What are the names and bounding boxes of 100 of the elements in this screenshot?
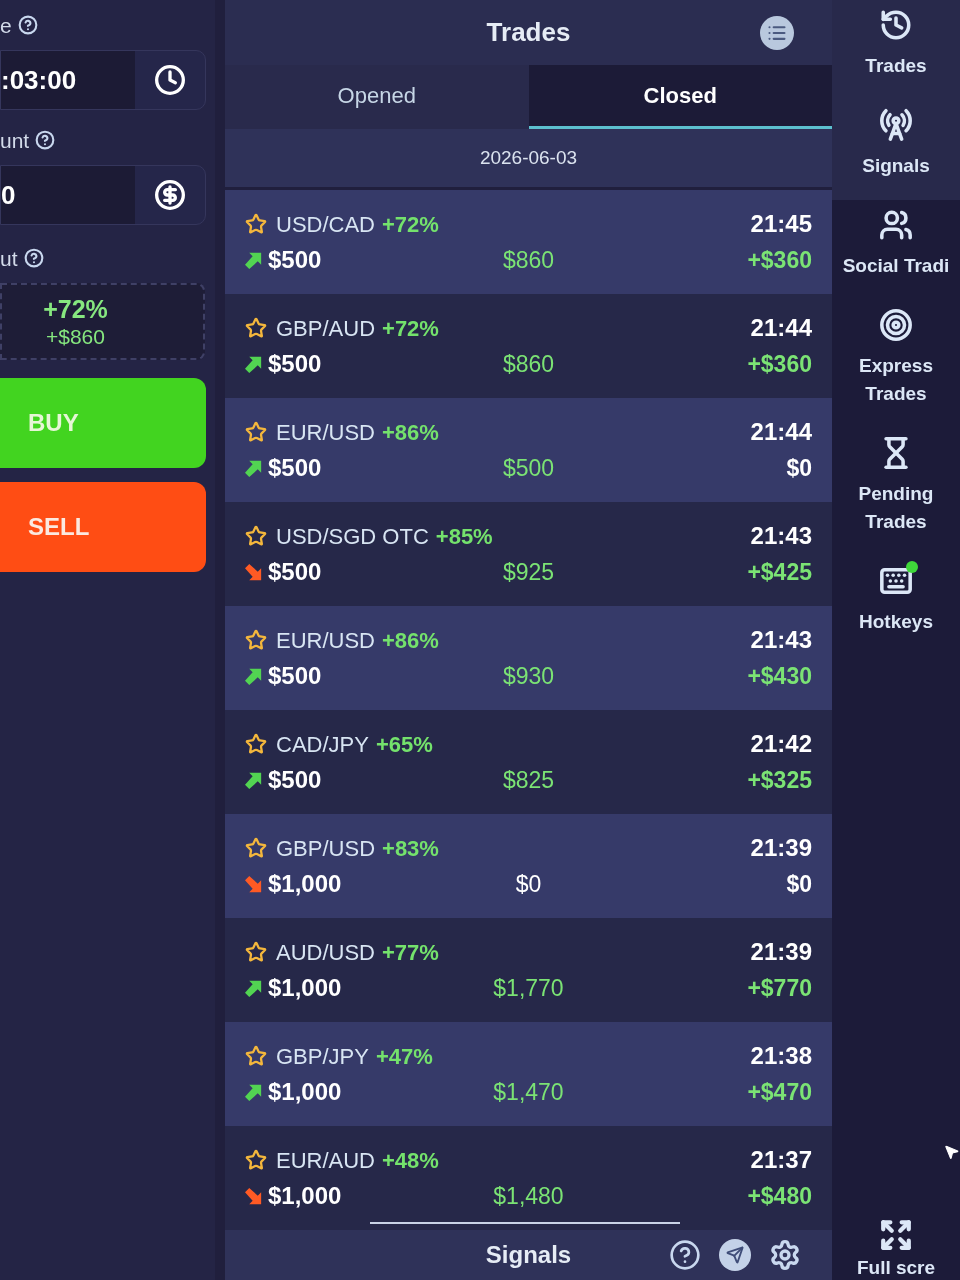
trade-profit: +$470 bbox=[747, 1077, 812, 1107]
fullscreen-icon bbox=[879, 1218, 913, 1252]
currency-pair: GBP/AUD bbox=[276, 314, 376, 343]
trade-payout: $860 bbox=[502, 245, 555, 275]
field-label: ut bbox=[0, 247, 18, 269]
help-icon[interactable] bbox=[35, 130, 56, 150]
help-icon[interactable] bbox=[17, 15, 38, 35]
tab[interactable]: Closed bbox=[528, 65, 832, 129]
payout-percent: +47% bbox=[375, 1042, 433, 1071]
dollar-icon bbox=[154, 179, 186, 211]
trade-row[interactable]: USD/SGD OTC +85% 21:43 $500 $925 +$425 bbox=[225, 502, 832, 606]
trade-row[interactable]: GBP/AUD +72% 21:44 $500 $860 +$360 bbox=[225, 294, 832, 398]
trade-row[interactable]: AUD/USD +77% 21:39 $1,000 $1,770 +$770 bbox=[225, 918, 832, 1022]
sidebar-item[interactable]: Trades bbox=[832, 0, 960, 100]
trade-profit: $0 bbox=[786, 869, 812, 899]
trade-payout: $1,470 bbox=[493, 1077, 564, 1107]
help-icon[interactable] bbox=[669, 1239, 701, 1271]
trade-amount: $1,000 bbox=[268, 1181, 342, 1211]
people-icon bbox=[879, 208, 913, 242]
trade-time: 21:37 bbox=[750, 1145, 812, 1175]
settings-icon[interactable] bbox=[769, 1239, 801, 1271]
trade-amount: $500 bbox=[268, 557, 322, 587]
panel-title: Signals bbox=[485, 1240, 572, 1270]
currency-pair: USD/CAD bbox=[276, 210, 375, 239]
currency-pair: GBP/USD bbox=[276, 834, 376, 863]
payout-percent: +72% bbox=[382, 210, 439, 239]
help-icon[interactable] bbox=[23, 248, 44, 268]
trade-amount: $500 bbox=[268, 661, 322, 691]
currency-pair: CAD/JPY bbox=[276, 730, 369, 759]
trade-time: 21:38 bbox=[750, 1041, 812, 1071]
sidebar-item[interactable]: Social Tradi bbox=[832, 200, 960, 300]
trade-profit: +$325 bbox=[747, 765, 812, 795]
trade-profit: +$425 bbox=[747, 557, 812, 587]
star-icon[interactable] bbox=[245, 1045, 267, 1067]
sidebar-item[interactable]: Express Trades bbox=[832, 300, 960, 428]
currency-pair: EUR/AUD bbox=[276, 1146, 375, 1175]
star-icon[interactable] bbox=[245, 213, 267, 235]
tab[interactable]: Opened bbox=[225, 65, 529, 129]
star-icon[interactable] bbox=[245, 525, 267, 547]
star-icon[interactable] bbox=[245, 733, 267, 755]
trade-payout: $825 bbox=[502, 765, 555, 795]
payout-percent: +77% bbox=[382, 938, 439, 967]
trade-time: 21:43 bbox=[750, 521, 812, 551]
trade-row[interactable]: GBP/JPY +47% 21:38 $1,000 $1,470 +$470 bbox=[225, 1022, 832, 1126]
payout-percent: +85% bbox=[435, 522, 493, 551]
star-icon[interactable] bbox=[245, 837, 267, 859]
sidebar-item[interactable]: Pending Trades bbox=[832, 428, 960, 556]
trade-row[interactable]: EUR/AUD +48% 21:37 $1,000 $1,480 +$480 bbox=[225, 1126, 832, 1230]
trade-row[interactable]: CAD/JPY +65% 21:42 $500 $825 +$325 bbox=[225, 710, 832, 814]
sidebar-item[interactable]: Hotkeys bbox=[832, 556, 960, 656]
currency-pair: GBP/JPY bbox=[276, 1042, 369, 1071]
trade-profit: +$430 bbox=[747, 661, 812, 691]
trade-row[interactable]: GBP/USD +83% 21:39 $1,000 $0 $0 bbox=[225, 814, 832, 918]
trade-time: 21:43 bbox=[750, 625, 812, 655]
list-icon[interactable] bbox=[760, 15, 794, 50]
trade-amount: $500 bbox=[268, 453, 322, 483]
trade-payout: $500 bbox=[502, 453, 555, 483]
payout-percent: +86% bbox=[382, 626, 439, 655]
antenna-icon bbox=[879, 108, 913, 142]
trade-payout: $930 bbox=[502, 661, 555, 691]
currency-pair: AUD/USD bbox=[276, 938, 375, 967]
field-label: e bbox=[0, 14, 12, 36]
currency-pair: EUR/USD bbox=[276, 626, 375, 655]
trade-time: 21:42 bbox=[750, 729, 812, 759]
trade-profit: +$360 bbox=[747, 245, 812, 275]
amount-field[interactable]: 0 bbox=[0, 165, 206, 225]
star-icon[interactable] bbox=[245, 421, 267, 443]
trade-time: 21:44 bbox=[750, 417, 812, 447]
star-icon[interactable] bbox=[245, 629, 267, 651]
trade-row[interactable]: EUR/USD +86% 21:43 $500 $930 +$430 bbox=[225, 606, 832, 710]
sidebar-item[interactable]: Full scre bbox=[832, 1218, 960, 1280]
field-label: unt bbox=[0, 129, 30, 151]
trade-payout: $925 bbox=[502, 557, 555, 587]
trade-time: 21:39 bbox=[750, 833, 812, 863]
payout-percent: +86% bbox=[382, 418, 439, 447]
trade-row[interactable]: USD/CAD +72% 21:45 $500 $860 +$360 bbox=[225, 190, 832, 294]
trade-amount: $1,000 bbox=[268, 869, 342, 899]
sidebar-item[interactable]: Signals bbox=[832, 100, 960, 200]
trade-profit: +$480 bbox=[747, 1181, 812, 1211]
currency-pair: EUR/USD bbox=[276, 418, 375, 447]
star-icon[interactable] bbox=[245, 317, 267, 339]
trade-time: 21:39 bbox=[750, 937, 812, 967]
time-field[interactable]: :03:00 bbox=[0, 50, 206, 110]
payout-percent: +65% bbox=[375, 730, 433, 759]
target-icon bbox=[879, 308, 913, 342]
send-icon[interactable] bbox=[719, 1239, 751, 1271]
trade-payout: $1,480 bbox=[493, 1181, 564, 1211]
date-label: 2026-06-03 bbox=[479, 145, 578, 170]
clock-icon bbox=[154, 64, 186, 96]
trade-profit: +$360 bbox=[747, 349, 812, 379]
trade-row[interactable]: EUR/USD +86% 21:44 $500 $500 $0 bbox=[225, 398, 832, 502]
payout-percent: +48% bbox=[382, 1146, 439, 1175]
trade-payout: $1,770 bbox=[493, 973, 564, 1003]
trade-amount: $1,000 bbox=[268, 1077, 342, 1107]
trade-profit: $0 bbox=[786, 453, 812, 483]
trade-payout: $860 bbox=[502, 349, 555, 379]
star-icon[interactable] bbox=[245, 1149, 267, 1171]
star-icon[interactable] bbox=[245, 941, 267, 963]
payout-amount: +$860 bbox=[46, 325, 105, 347]
trade-amount: $1,000 bbox=[268, 973, 342, 1003]
